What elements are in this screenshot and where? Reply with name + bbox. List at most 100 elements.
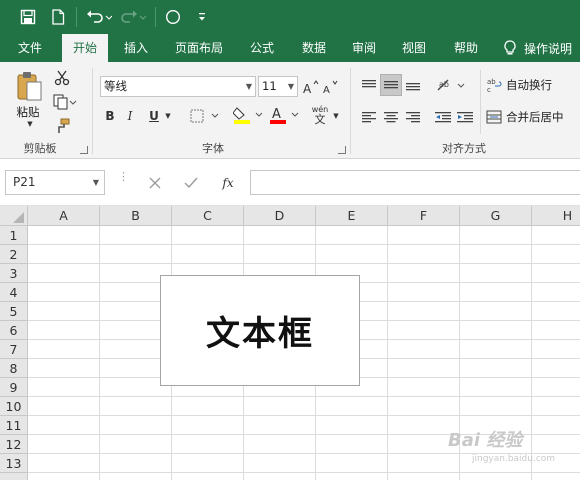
row-header[interactable]: 2 [0,245,28,264]
top-align-icon[interactable] [358,74,380,96]
font-size-select[interactable]: 11 ▼ [258,76,298,97]
grid-line [28,263,580,264]
tab-review[interactable]: 审阅 [344,34,384,62]
undo-icon[interactable] [84,5,114,29]
row-header[interactable]: 9 [0,378,28,397]
bottom-align-icon[interactable] [402,74,424,96]
column-header[interactable]: G [460,206,532,226]
row-header[interactable]: 7 [0,340,28,359]
formula-bar: P21 ▼ ⋮ fx [0,160,580,206]
insert-function-button[interactable]: fx [216,172,240,194]
decrease-font-size-icon[interactable]: A [322,76,340,97]
phonetic-guide-button[interactable]: wén 文 [308,102,332,128]
copy-icon[interactable] [52,92,78,112]
font-group-label: 字体 [202,142,224,155]
increase-font-size-icon[interactable]: A [302,76,320,97]
worksheet-grid[interactable]: A B C D E F G H 1 2 3 4 5 6 7 8 9 10 11 … [0,206,580,480]
row-header[interactable] [0,473,28,480]
text-box[interactable]: 文本框 [160,275,360,386]
clipboard-launcher-icon[interactable] [80,146,88,154]
align-center-icon[interactable] [380,106,402,128]
tab-data[interactable]: 数据 [294,34,334,62]
font-launcher-icon[interactable] [338,146,346,154]
phonetic-dropdown-icon[interactable]: ▼ [330,106,342,126]
paste-dropdown-icon[interactable]: ▼ [24,120,36,128]
tab-page-layout[interactable]: 页面布局 [168,34,230,62]
formula-input[interactable] [250,170,580,195]
format-painter-icon[interactable] [52,116,72,136]
align-left-icon[interactable] [358,106,380,128]
redo-icon[interactable] [118,5,148,29]
row-header[interactable]: 11 [0,416,28,435]
name-box[interactable]: P21 ▼ [5,170,105,195]
name-box-value: P21 [13,175,36,189]
svg-text:ab: ab [487,78,496,86]
column-header[interactable]: A [28,206,100,226]
grid-line [28,396,580,397]
save-icon[interactable] [16,5,40,29]
baidu-watermark-url: jingyan.baidu.com [472,454,556,464]
select-all-corner[interactable] [0,206,28,226]
row-header[interactable]: 10 [0,397,28,416]
group-separator [480,70,481,134]
fill-color-icon[interactable] [232,104,266,126]
grid-line [531,226,532,480]
font-name-select[interactable]: 等线 ▼ [100,76,256,97]
row-header[interactable]: 4 [0,283,28,302]
row-header[interactable]: 8 [0,359,28,378]
row-header[interactable]: 1 [0,226,28,245]
quick-access-toolbar [0,0,580,34]
wrap-text-button[interactable]: ab c 自动换行 [486,74,580,96]
tab-insert[interactable]: 插入 [116,34,156,62]
middle-align-icon[interactable] [380,74,402,96]
underline-button[interactable]: U [146,106,162,126]
column-header[interactable]: E [316,206,388,226]
merge-center-button[interactable]: 合并后居中 [486,106,580,128]
align-right-icon[interactable] [402,106,424,128]
check-icon[interactable] [180,172,202,194]
baidu-watermark: Bai 经验 [448,430,523,451]
tab-view[interactable]: 视图 [394,34,434,62]
grid-line [28,244,580,245]
column-header[interactable]: D [244,206,316,226]
orientation-icon[interactable]: ab [434,74,468,96]
increase-indent-icon[interactable] [454,106,476,128]
qat-separator [76,7,77,27]
italic-button[interactable]: I [122,106,138,126]
tab-home[interactable]: 开始 [62,34,108,62]
decrease-indent-icon[interactable] [432,106,454,128]
tell-me-box[interactable]: 操作说明 [504,34,572,62]
row-header[interactable]: 6 [0,321,28,340]
tell-me-label: 操作说明 [524,41,573,56]
tab-file[interactable]: 文件 [8,34,52,62]
cancel-icon[interactable] [144,172,166,194]
lightbulb-icon [504,40,516,56]
paste-button[interactable]: 粘贴 [10,104,46,120]
column-header[interactable]: F [388,206,460,226]
phonetic-bottom: 文 [314,112,326,126]
row-header[interactable]: 5 [0,302,28,321]
font-size-value: 11 [262,79,277,93]
bold-button[interactable]: B [102,106,118,126]
cut-icon[interactable] [52,68,72,88]
circle-shape-icon[interactable] [162,5,184,29]
column-header[interactable]: B [100,206,172,226]
new-document-icon[interactable] [46,5,70,29]
row-header[interactable]: 13 [0,454,28,473]
ribbon-tabs: 文件 开始 插入 页面布局 公式 数据 审阅 视图 帮助 操作说明 [0,34,580,62]
font-color-icon[interactable]: A [268,104,302,126]
column-header[interactable]: H [532,206,580,226]
customize-qat-icon[interactable] [194,5,210,29]
grid-line [28,472,580,473]
borders-icon[interactable] [188,106,222,126]
clipboard-group-label: 剪贴板 [23,142,57,155]
paste-icon[interactable] [12,68,46,106]
row-header[interactable]: 12 [0,435,28,454]
grid-line [99,226,100,480]
tab-help[interactable]: 帮助 [446,34,486,62]
row-header[interactable]: 3 [0,264,28,283]
chevron-down-icon: ▼ [245,82,252,91]
underline-dropdown-icon[interactable]: ▼ [162,106,174,126]
column-header[interactable]: C [172,206,244,226]
tab-formulas[interactable]: 公式 [242,34,282,62]
